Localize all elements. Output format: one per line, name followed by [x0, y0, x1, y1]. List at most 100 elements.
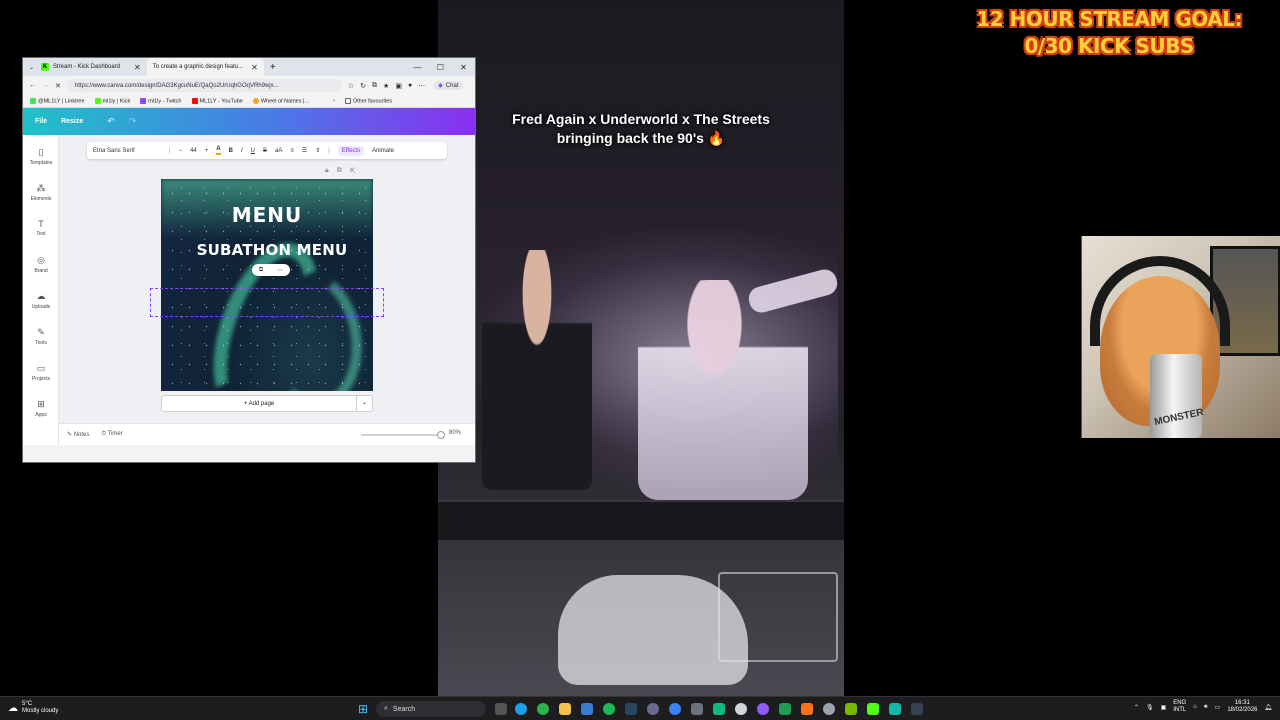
back-icon[interactable]: ←	[29, 82, 36, 89]
app-icon-blue[interactable]	[669, 703, 681, 715]
sidebar-item-uploads[interactable]: ☁ Uploads	[23, 291, 59, 310]
app-icon-orange[interactable]	[801, 703, 813, 715]
battery-icon[interactable]: ▭	[1215, 704, 1221, 711]
copy-icon[interactable]: ⧉	[259, 267, 263, 274]
font-size-input[interactable]: 44	[190, 148, 197, 154]
forward-icon[interactable]: →	[42, 82, 49, 89]
more-icon[interactable]: ⋯	[418, 82, 425, 90]
steam-icon[interactable]	[625, 703, 637, 715]
tab-canva[interactable]: To create a graphic design featu... ✕	[146, 58, 264, 76]
microphone-icon[interactable]: 🎙︎	[1146, 704, 1154, 711]
app-icon-purple[interactable]	[757, 703, 769, 715]
chrome-icon[interactable]	[537, 703, 549, 715]
chat-button[interactable]: ◆ Chat	[433, 81, 464, 90]
underline-button[interactable]: U	[251, 148, 255, 154]
other-favourites[interactable]: Other favourites	[344, 97, 392, 104]
font-size-increase-button[interactable]: +	[205, 148, 209, 154]
network-icon[interactable]: ⌂	[1193, 704, 1197, 710]
new-tab-button[interactable]: +	[264, 58, 282, 76]
language-indicator[interactable]: ENG INTL	[1173, 700, 1186, 714]
notifications-icon[interactable]: 🔔︎	[1264, 704, 1272, 711]
zoom-slider[interactable]	[361, 434, 441, 436]
close-window-button[interactable]: ✕	[452, 63, 475, 72]
bookmarks-overflow-icon[interactable]: ›	[333, 98, 335, 104]
zoom-slider-thumb[interactable]	[437, 431, 445, 439]
nvidia-icon[interactable]	[845, 703, 857, 715]
app-icon-white[interactable]	[735, 703, 747, 715]
refresh-icon[interactable]: ↻	[360, 82, 366, 90]
spacing-icon[interactable]: ⇕	[315, 147, 320, 154]
lock-icon[interactable]: 🔒︎	[325, 167, 329, 175]
bookmark-twitch[interactable]: ml1ly - Twitch	[140, 97, 182, 104]
tab-kick-dashboard[interactable]: K Stream - Kick Dashboard ✕	[35, 58, 147, 76]
font-family-dropdown[interactable]: Etna Sans Serif	[93, 148, 161, 154]
more-options-icon[interactable]: ⋯	[277, 267, 283, 274]
italic-button[interactable]: I	[241, 148, 243, 154]
close-icon[interactable]: ✕	[134, 63, 141, 72]
star-icon[interactable]: ☆	[348, 82, 354, 90]
resize-button[interactable]: Resize	[61, 118, 83, 125]
timer-button[interactable]: ⏱ Timer	[101, 431, 122, 438]
undo-icon[interactable]: ↶	[107, 116, 115, 127]
maximize-button[interactable]: ☐	[429, 63, 452, 72]
animate-button[interactable]: Animate	[372, 148, 394, 154]
bookmark-linktree[interactable]: @ML1LY | Linktree	[30, 97, 85, 104]
obs-icon[interactable]	[647, 703, 659, 715]
app-icon-green[interactable]	[713, 703, 725, 715]
sidebar-item-tools[interactable]: ✎ Tools	[23, 327, 59, 346]
font-size-decrease-button[interactable]: −	[179, 148, 183, 154]
add-page-button[interactable]: + Add page ⌄	[161, 395, 373, 412]
design-subtitle-text[interactable]: SUBATHON MENU	[161, 241, 373, 259]
clock[interactable]: 16:31 18/02/2026	[1227, 700, 1257, 714]
share-icon[interactable]: ⇱	[350, 167, 356, 175]
redo-icon[interactable]: ↷	[129, 116, 137, 127]
duplicate-icon[interactable]: ⧉	[337, 167, 342, 175]
taskbar-search[interactable]: ⌕ Search	[376, 701, 486, 717]
sidebar-item-projects[interactable]: ▭ Projects	[23, 363, 59, 382]
collections-icon[interactable]: ▣	[395, 82, 402, 90]
chevron-down-icon[interactable]: ⌄	[356, 395, 372, 412]
windows-start-icon[interactable]: ⊞	[358, 702, 368, 716]
kick-icon[interactable]	[867, 703, 879, 715]
app-icon-teal[interactable]	[889, 703, 901, 715]
weather-widget[interactable]: ☁ 5°C Mostly cloudy	[8, 701, 58, 715]
task-view-icon[interactable]	[495, 703, 507, 715]
app-icon-dark[interactable]	[911, 703, 923, 715]
effects-button[interactable]: Effects	[337, 145, 365, 156]
design-title-text[interactable]: MENU	[161, 203, 373, 227]
close-icon[interactable]: ✕	[251, 63, 258, 72]
sidebar-item-elements[interactable]: ⁂ Elements	[23, 183, 59, 202]
text-color-icon[interactable]: A	[216, 146, 221, 155]
stop-loading-icon[interactable]: ✕	[55, 82, 61, 90]
bookmark-youtube[interactable]: ML1LY - YouTube	[191, 97, 243, 104]
sidebar-item-brand[interactable]: ◎ Brand	[23, 255, 59, 274]
tray-app-icon[interactable]: ▣	[1161, 704, 1167, 711]
bold-button[interactable]: B	[229, 148, 233, 154]
settings-icon[interactable]	[823, 703, 835, 715]
profile-avatar[interactable]: ●	[408, 82, 412, 89]
favourites-icon[interactable]: ★	[383, 82, 389, 90]
zoom-level[interactable]: 80%	[449, 430, 461, 436]
notes-button[interactable]: ✎ Notes	[67, 431, 89, 438]
app-icon-gray[interactable]	[691, 703, 703, 715]
tab-list-icon[interactable]: ⌄	[23, 58, 35, 76]
spotify-icon[interactable]	[603, 703, 615, 715]
volume-icon[interactable]: 🔊︎	[1204, 704, 1208, 711]
letter-case-button[interactable]: aA	[275, 148, 282, 154]
excel-icon[interactable]	[779, 703, 791, 715]
strikethrough-button[interactable]: S	[263, 148, 267, 154]
bookmark-wheel-of-names[interactable]: Wheel of Names |...	[252, 97, 309, 104]
store-icon[interactable]	[581, 703, 593, 715]
list-icon[interactable]: ☰	[302, 147, 307, 154]
minimize-button[interactable]: —	[406, 63, 429, 72]
file-menu[interactable]: File	[35, 118, 47, 125]
align-center-icon[interactable]: ≡	[290, 148, 294, 154]
chevron-up-icon[interactable]: ⌃	[1134, 704, 1139, 711]
bookmark-kick[interactable]: ml1ly | Kick	[94, 97, 130, 104]
sidebar-item-templates[interactable]: ▯ Templates	[23, 147, 59, 166]
file-explorer-icon[interactable]	[559, 703, 571, 715]
extensions-icon[interactable]: ⧉	[372, 82, 377, 90]
sidebar-item-apps[interactable]: ⊞ Apps	[23, 399, 59, 418]
url-field[interactable]: https://www.canva.com/design/DAG3KgcuNuE…	[66, 79, 342, 92]
design-canvas[interactable]: MENU SUBATHON MENU	[161, 179, 373, 391]
